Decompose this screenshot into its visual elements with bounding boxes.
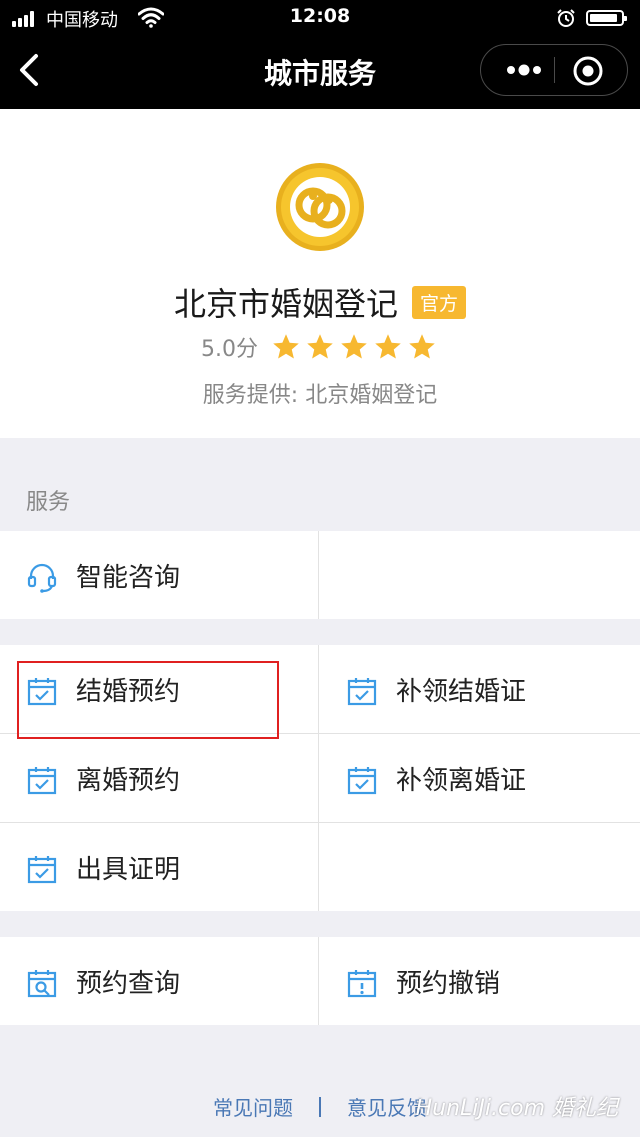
service-label: 智能咨询 xyxy=(76,563,181,593)
service-name-row: 北京市婚姻登记 官方 xyxy=(0,279,640,325)
provider-value: 北京婚姻登记 xyxy=(305,383,438,408)
alarm-icon xyxy=(557,9,575,27)
star-icon xyxy=(341,334,367,359)
provider-label: 服务提供: xyxy=(202,383,299,408)
calendar-check-icon xyxy=(347,767,377,795)
rating-score: 5.0分 xyxy=(200,337,258,362)
watermark: HunLiJi.com 婚礼纪 xyxy=(415,1096,618,1121)
service-group-3: 预约查询 预约撤销 xyxy=(0,937,640,1025)
service-empty-cell xyxy=(320,823,640,911)
service-reissue-divorce[interactable]: 补领离婚证 xyxy=(320,734,640,822)
service-label: 预约撤销 xyxy=(396,969,501,999)
status-time: 12:08 xyxy=(289,5,351,27)
star-icon xyxy=(409,334,435,359)
service-label: 补领离婚证 xyxy=(396,766,527,796)
service-header: 北京市婚姻登记 官方 5.0分 服务提供: 北京婚姻登记 xyxy=(0,109,640,438)
marriage-registration-logo xyxy=(276,163,364,251)
service-booking-query[interactable]: 预约查询 xyxy=(0,937,318,1025)
provider-row: 服务提供: 北京婚姻登记 xyxy=(0,377,640,409)
section-label: 服务 xyxy=(26,490,71,515)
rating-stars xyxy=(269,332,439,362)
service-label: 预约查询 xyxy=(76,969,181,999)
star-icon xyxy=(273,334,299,359)
rating-row: 5.0分 xyxy=(0,331,640,363)
service-booking-cancel[interactable]: 预约撤销 xyxy=(320,937,640,1025)
star-icon xyxy=(375,334,401,359)
service-empty-cell xyxy=(320,531,640,619)
service-reissue-marriage[interactable]: 补领结婚证 xyxy=(320,645,640,733)
official-badge: 官方 xyxy=(412,285,467,319)
calendar-check-icon xyxy=(347,678,377,706)
service-certificate[interactable]: 出具证明 xyxy=(0,823,318,911)
close-target-icon[interactable] xyxy=(571,54,605,88)
calendar-check-icon xyxy=(27,767,57,795)
service-label: 离婚预约 xyxy=(76,766,181,796)
service-label: 出具证明 xyxy=(76,855,181,885)
service-divorce-booking[interactable]: 离婚预约 xyxy=(0,734,318,822)
service-label: 补领结婚证 xyxy=(396,677,527,707)
faq-link[interactable]: 常见问题 xyxy=(213,1096,293,1120)
mini-program-capsule xyxy=(480,44,628,96)
battery-icon xyxy=(586,10,627,26)
service-name: 北京市婚姻登记 xyxy=(173,285,398,323)
top-bar: 中国移动 12:08 城市服务 xyxy=(0,0,640,109)
calendar-alert-icon xyxy=(347,970,377,998)
calendar-check-icon xyxy=(27,856,57,884)
more-icon[interactable] xyxy=(499,57,549,83)
footer-divider xyxy=(319,1096,321,1117)
service-group-1: 智能咨询 xyxy=(0,531,640,619)
highlight-box xyxy=(17,661,279,739)
capsule-divider xyxy=(554,57,555,83)
status-bar: 中国移动 12:08 xyxy=(0,0,640,36)
headset-icon xyxy=(27,563,57,593)
service-smart-consult[interactable]: 智能咨询 xyxy=(0,531,318,619)
calendar-search-icon xyxy=(27,970,57,998)
star-icon xyxy=(307,334,333,359)
